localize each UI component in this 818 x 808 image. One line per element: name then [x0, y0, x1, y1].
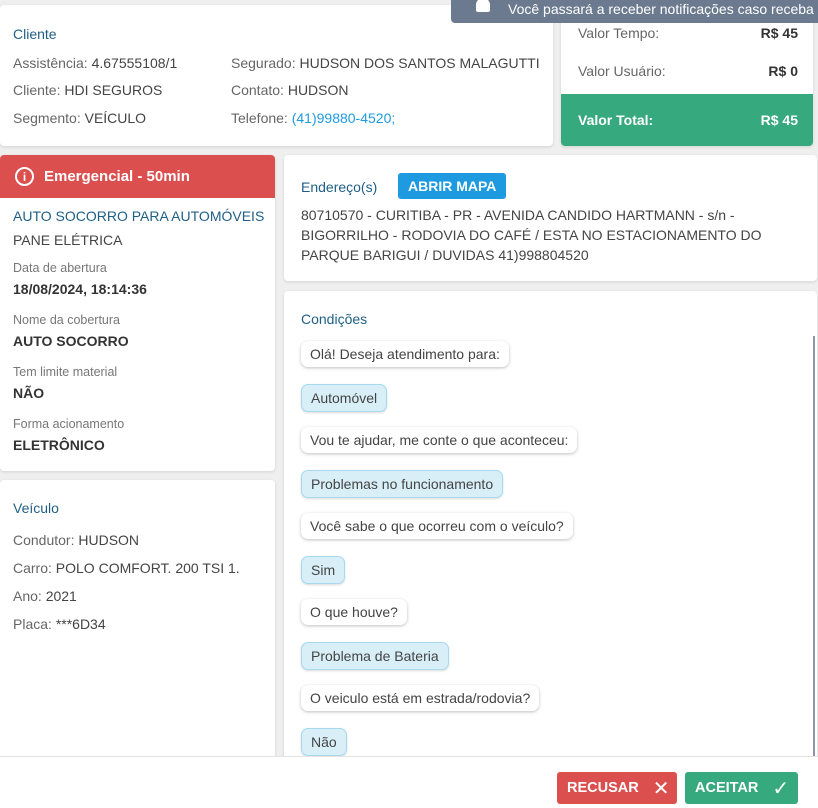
open-map-button[interactable]: ABRIR MAPA	[398, 173, 507, 199]
telefone-field: Telefone: (41)99880-4520;	[231, 110, 396, 126]
valor-total-bar: Valor Total: R$ 45	[561, 94, 813, 146]
field-value: ELETRÔNICO	[13, 437, 105, 453]
client-card: Cliente Assistência: 4.67555108/1 Client…	[0, 5, 553, 146]
emergency-badge: i Emergencial - 50min	[0, 155, 275, 198]
answer-bubble: Automóvel	[301, 384, 388, 412]
question-bubble: Vou te ajudar, me conte o que aconteceu:	[301, 427, 578, 453]
conditions-card: Condições Olá! Deseja atendimento para: A…	[284, 291, 817, 771]
segurado-field: Segurado: HUDSON DOS SANTOS MALAGUTTI	[231, 55, 540, 71]
field-value: AUTO SOCORRO	[13, 333, 129, 349]
condutor-field: Condutor: HUDSON	[13, 532, 140, 548]
service-title: AUTO SOCORRO PARA AUTOMÓVEIS	[13, 208, 265, 224]
conditions-title: Condições	[301, 311, 368, 327]
answer-bubble: Problema de Bateria	[301, 642, 449, 670]
assistencia-field: Assistência: 4.67555108/1	[13, 55, 178, 71]
service-subtitle: PANE ELÉTRICA	[13, 232, 123, 248]
cliente-field: Cliente: HDI SEGUROS	[13, 82, 163, 98]
check-icon: ✓	[772, 777, 790, 800]
valor-usuario: R$ 0	[768, 63, 798, 79]
address-card: Endereço(s) ABRIR MAPA 80710570 - CURITI…	[284, 155, 817, 281]
reject-button[interactable]: RECUSAR ✕	[557, 772, 677, 804]
notification-toast: Você passará a receber notificações caso…	[451, 0, 818, 23]
placa-field: Placa: ***6D34	[13, 616, 106, 632]
field-label: Tem limite material	[13, 365, 118, 379]
footer: RECUSAR ✕ ACEITAR ✓	[0, 756, 818, 808]
field-label: Data de abertura	[13, 261, 107, 275]
service-card: i Emergencial - 50min AUTO SOCORRO PARA …	[0, 155, 275, 471]
question-bubble: O veiculo está em estrada/rodovia?	[301, 685, 540, 711]
segmento-field: Segmento: VEÍCULO	[13, 110, 147, 126]
contato-field: Contato: HUDSON	[231, 82, 349, 98]
scrollbar[interactable]	[813, 336, 815, 766]
telefone-link[interactable]: (41)99880-4520;	[292, 110, 396, 126]
address-line: 80710570 - CURITIBA - PR - AVENIDA CANDI…	[301, 207, 735, 223]
field-label: Nome da cobertura	[13, 313, 121, 327]
question-bubble: Você sabe o que ocorreu com o veículo?	[301, 513, 573, 539]
answer-bubble: Sim	[301, 556, 346, 584]
accept-button[interactable]: ACEITAR ✓	[685, 772, 798, 804]
valor-tempo: R$ 45	[760, 25, 798, 41]
valor-tempo-label: Valor Tempo:	[578, 25, 660, 41]
question-bubble: O que houve?	[301, 599, 407, 625]
vehicle-title: Veículo	[13, 500, 59, 516]
client-title: Cliente	[13, 26, 57, 42]
field-value: 18/08/2024, 18:14:36	[13, 281, 147, 297]
answer-bubble: Problemas no funcionamento	[301, 470, 504, 498]
address-line: BIGORRILHO - RODOVIA DO CAFÉ / ESTA NO E…	[301, 227, 762, 243]
vehicle-card: Veículo Condutor: HUDSON Carro: POLO COM…	[0, 480, 275, 770]
question-bubble: Olá! Deseja atendimento para:	[301, 341, 509, 367]
address-title: Endereço(s)	[301, 179, 378, 195]
bell-icon	[476, 0, 490, 12]
close-icon: ✕	[652, 777, 670, 800]
ano-field: Ano: 2021	[13, 588, 77, 604]
address-line: PARQUE BARIGUI / DUVIDAS 41)998804520	[301, 247, 589, 263]
info-icon: i	[15, 167, 34, 186]
valor-usuario-label: Valor Usuário:	[578, 63, 666, 79]
carro-field: Carro: POLO COMFORT. 200 TSI 1.	[13, 560, 240, 576]
field-label: Forma acionamento	[13, 417, 125, 431]
field-value: NÃO	[13, 385, 45, 401]
answer-bubble: Não	[301, 728, 347, 756]
